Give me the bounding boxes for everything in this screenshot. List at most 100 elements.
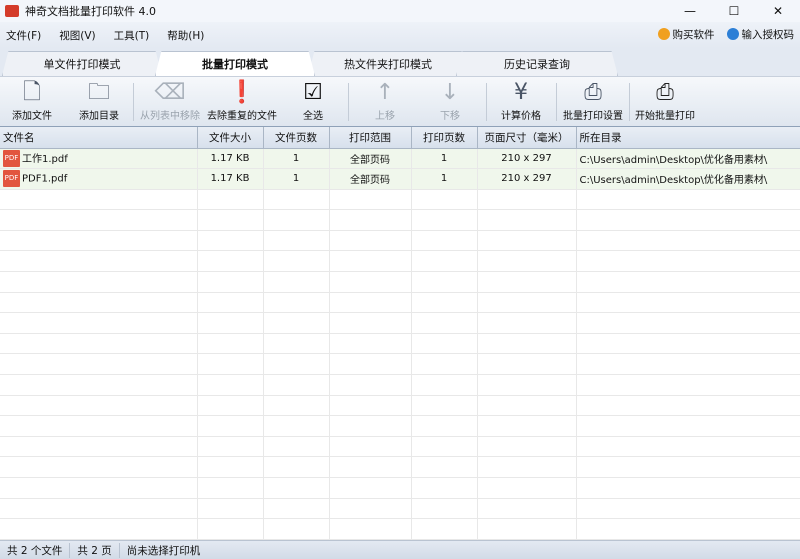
calculate-price-button[interactable]: ¥ 计算价格: [486, 79, 556, 125]
empty-row: [0, 312, 800, 334]
remove-icon: ⌫: [154, 80, 186, 105]
empty-row: [0, 250, 800, 273]
column-header-file-name[interactable]: 文件名: [0, 127, 198, 149]
printer-settings-icon: ⎙: [584, 80, 602, 105]
empty-cell: [0, 456, 198, 478]
column-header-page-size[interactable]: 页面尺寸（毫米）: [477, 127, 577, 149]
empty-cell: [197, 271, 264, 293]
minimize-button[interactable]: —: [668, 0, 712, 22]
empty-row: [0, 230, 800, 252]
empty-cell: [576, 292, 800, 314]
print-pages: 1: [411, 148, 478, 170]
buy-software-link[interactable]: 购买软件: [657, 27, 715, 42]
move-up-button[interactable]: ↑ 上移: [350, 79, 420, 125]
menu-view[interactable]: 视图(V): [59, 28, 95, 43]
menu-file[interactable]: 文件(F): [6, 28, 41, 43]
empty-cell: [329, 189, 412, 211]
empty-cell: [477, 271, 577, 293]
file-size: 1.17 KB: [197, 168, 264, 190]
empty-cell: [263, 292, 330, 314]
tab-hot-folder[interactable]: 热文件夹打印模式: [308, 51, 468, 76]
add-folder-button[interactable]: 🗀 添加目录: [64, 79, 134, 125]
label: 去除重复的文件: [207, 111, 277, 122]
empty-cell: [0, 292, 198, 314]
empty-cell: [477, 374, 577, 396]
tab-batch[interactable]: 批量打印模式: [155, 51, 315, 76]
empty-cell: [197, 518, 264, 540]
empty-row: [0, 518, 800, 540]
label: 全选: [303, 111, 323, 122]
empty-cell: [0, 436, 198, 458]
empty-cell: [477, 250, 577, 273]
empty-cell: [329, 353, 412, 376]
empty-cell: [477, 436, 577, 458]
empty-cell: [263, 271, 330, 293]
column-header-print-range[interactable]: 打印范围: [329, 127, 412, 149]
toolbar: 🗋 添加文件 🗀 添加目录 ⌫ 从列表中移除 ❗ 去除重复的文件 ☑ 全选 ↑ 上移 ↓ 下移…: [0, 76, 800, 126]
empty-cell: [477, 312, 577, 334]
empty-cell: [263, 477, 330, 499]
remove-from-list-button[interactable]: ⌫ 从列表中移除: [135, 79, 205, 125]
empty-cell: [411, 518, 478, 540]
mode-tabs: 单文件打印模式 批量打印模式 热文件夹打印模式 历史记录查询: [0, 48, 800, 76]
empty-cell: [576, 189, 800, 211]
empty-cell: [477, 209, 577, 231]
file-name: 工作1.pdf: [22, 153, 68, 165]
start-batch-print-button[interactable]: ⎙ 开始批量打印: [630, 79, 700, 125]
empty-cell: [329, 271, 412, 293]
page-count: 1: [263, 148, 330, 170]
maximize-button[interactable]: ☐: [712, 0, 756, 22]
empty-cell: [0, 209, 198, 231]
empty-row: [0, 374, 800, 396]
table-row[interactable]: PDF 工作1.pdf 1.17 KB 1 全部页码 1 210 x 297 C:…: [0, 148, 800, 170]
menu-tools[interactable]: 工具(T): [114, 28, 150, 43]
empty-cell: [477, 456, 577, 478]
directory: C:\Users\admin\Desktop\优化备用素材\: [576, 148, 800, 170]
printer-icon: ⎙: [656, 80, 674, 105]
print-range[interactable]: 全部页码: [329, 168, 412, 190]
empty-row: [0, 436, 800, 458]
select-all-button[interactable]: ☑ 全选: [278, 79, 348, 125]
column-header-print-pages[interactable]: 打印页数: [411, 127, 478, 149]
menu-help[interactable]: 帮助(H): [167, 28, 204, 43]
move-down-button[interactable]: ↓ 下移: [415, 79, 485, 125]
tab-history[interactable]: 历史记录查询: [456, 51, 618, 76]
empty-cell: [0, 498, 198, 520]
print-range[interactable]: 全部页码: [329, 148, 412, 170]
label: 上移: [375, 111, 395, 122]
column-header-page-count[interactable]: 文件页数: [263, 127, 330, 149]
enter-license-link[interactable]: 输入授权码: [726, 27, 794, 42]
checklist-icon: ☑: [303, 80, 323, 105]
page-count: 1: [263, 168, 330, 190]
buy-label: 购买软件: [672, 29, 715, 41]
empty-cell: [197, 395, 264, 417]
empty-cell: [329, 415, 412, 437]
remove-duplicates-button[interactable]: ❗ 去除重复的文件: [202, 79, 282, 125]
empty-cell: [329, 395, 412, 417]
yen-icon: ¥: [514, 80, 528, 105]
empty-cell: [0, 353, 198, 376]
empty-cell: [329, 374, 412, 396]
empty-cell: [477, 292, 577, 314]
empty-cell: [0, 477, 198, 499]
empty-cell: [477, 353, 577, 376]
empty-cell: [329, 230, 412, 252]
window-title: 神奇文档批量打印软件 4.0: [25, 5, 156, 18]
batch-print-settings-button[interactable]: ⎙ 批量打印设置: [558, 79, 628, 125]
column-header-file-size[interactable]: 文件大小: [197, 127, 264, 149]
empty-cell: [329, 498, 412, 520]
file-list[interactable]: 文件名 文件大小 文件页数 打印范围 打印页数 页面尺寸（毫米） 所在目录 PD…: [0, 126, 800, 540]
empty-cell: [411, 209, 478, 231]
separator: [133, 83, 134, 121]
empty-cell: [329, 436, 412, 458]
empty-cell: [411, 230, 478, 252]
close-button[interactable]: ✕: [756, 0, 800, 22]
table-row[interactable]: PDF PDF1.pdf 1.17 KB 1 全部页码 1 210 x 297 C…: [0, 168, 800, 190]
tab-single-file[interactable]: 单文件打印模式: [2, 51, 162, 76]
menu-bar: 文件(F) 视图(V) 工具(T) 帮助(H) 购买软件 输入授权码: [0, 22, 800, 48]
empty-cell: [197, 498, 264, 520]
column-header-directory[interactable]: 所在目录: [576, 127, 800, 149]
empty-cell: [411, 333, 478, 355]
add-file-button[interactable]: 🗋 添加文件: [0, 79, 67, 125]
empty-cell: [576, 271, 800, 293]
